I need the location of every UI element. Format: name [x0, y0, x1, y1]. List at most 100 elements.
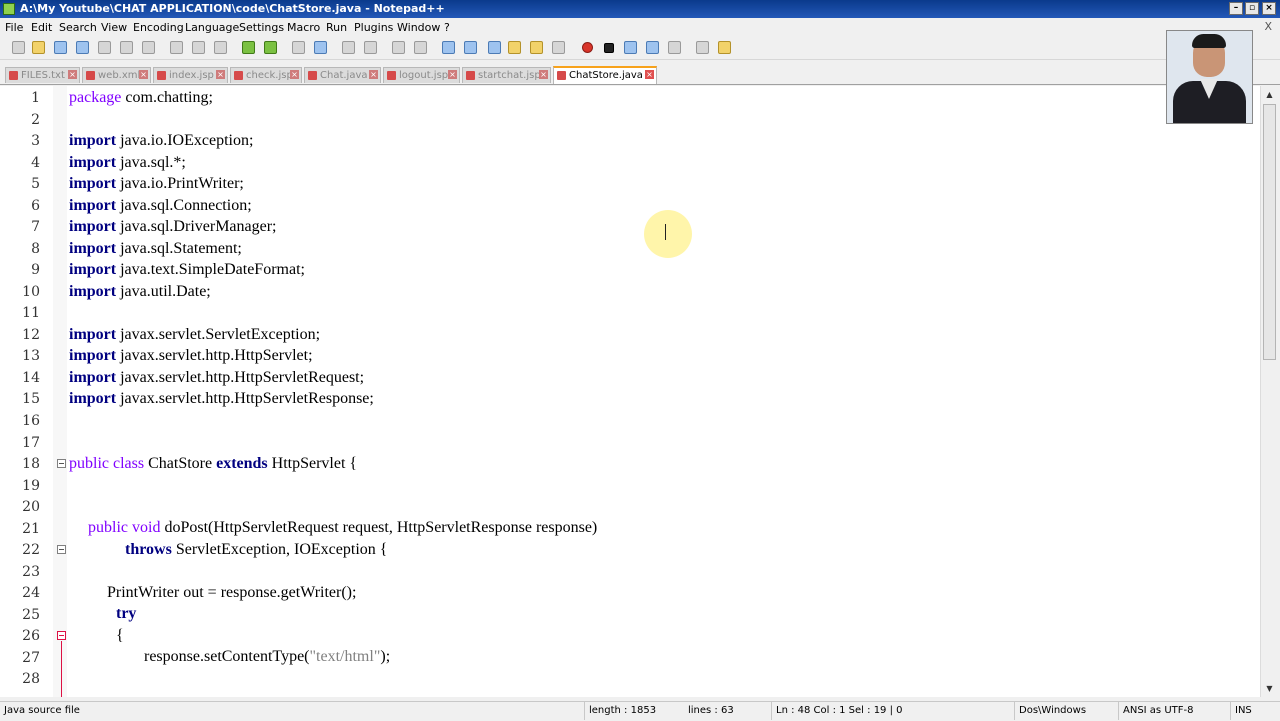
line-number: 21: [22, 521, 40, 537]
code-line: import java.io.PrintWriter;: [69, 175, 244, 192]
menu-encoding[interactable]: Encoding: [133, 21, 184, 34]
maximize-button[interactable]: ▫: [1245, 2, 1259, 15]
close-tab-icon[interactable]: ×: [369, 70, 378, 79]
fold-margin[interactable]: [53, 86, 67, 697]
close-all-icon[interactable]: [120, 41, 133, 54]
undo-icon[interactable]: [242, 41, 255, 54]
code-line: try: [116, 605, 137, 622]
close-tab-icon[interactable]: ×: [139, 70, 148, 79]
line-number: 8: [31, 241, 40, 257]
document-map-icon[interactable]: [530, 41, 543, 54]
save-macro-icon[interactable]: [668, 41, 681, 54]
code-line: import java.text.SimpleDateFormat;: [69, 261, 305, 278]
menu-window[interactable]: Window: [397, 21, 440, 34]
status-bar: Java source file length : 1853 lines : 6…: [0, 701, 1280, 721]
code-line: PrintWriter out = response.getWriter();: [107, 584, 357, 601]
open-file-icon[interactable]: [32, 41, 45, 54]
menu-language[interactable]: Language: [185, 21, 239, 34]
close-tab-icon[interactable]: ×: [539, 70, 548, 79]
fold-range-line: [61, 641, 62, 697]
tab-files-txt[interactable]: FILES.txt ×: [5, 67, 80, 83]
code-line: import java.io.IOException;: [69, 132, 254, 149]
menu-plugins[interactable]: Plugins: [354, 21, 393, 34]
menu-macro[interactable]: Macro: [287, 21, 320, 34]
run-macro-multiple-icon[interactable]: [646, 41, 659, 54]
scrollbar-thumb[interactable]: [1263, 104, 1276, 360]
line-number: 18: [22, 456, 40, 472]
fold-toggle-icon[interactable]: [57, 631, 66, 640]
tab-web-xml[interactable]: web.xml ×: [82, 67, 151, 83]
play-macro-icon[interactable]: [624, 41, 637, 54]
line-number: 26: [22, 628, 40, 644]
user-language-icon[interactable]: [508, 41, 521, 54]
close-document-icon[interactable]: X: [1264, 20, 1272, 33]
code-line: import java.sql.DriverManager;: [69, 218, 277, 235]
replace-icon[interactable]: [314, 41, 327, 54]
tab-startchat-jsp[interactable]: startchat.jsp ×: [462, 67, 551, 83]
print-icon[interactable]: [142, 41, 155, 54]
save-icon[interactable]: [54, 41, 67, 54]
record-macro-icon[interactable]: [582, 42, 593, 53]
cut-icon[interactable]: [170, 41, 183, 54]
title-bar: A:\My Youtube\CHAT APPLICATION\code\Chat…: [0, 0, 1280, 18]
word-wrap-icon[interactable]: [442, 41, 455, 54]
presenter-hair: [1192, 34, 1226, 48]
zoom-out-icon[interactable]: [364, 41, 377, 54]
close-file-icon[interactable]: [98, 41, 111, 54]
spell-check-icon[interactable]: [696, 41, 709, 54]
close-tab-icon[interactable]: ×: [448, 70, 457, 79]
code-line: import java.sql.Statement;: [69, 240, 242, 257]
show-all-chars-icon[interactable]: [464, 41, 477, 54]
code-line: import java.sql.*;: [69, 154, 186, 171]
vertical-scrollbar[interactable]: ▲ ▼: [1260, 86, 1278, 697]
menu-view[interactable]: View: [101, 21, 127, 34]
line-number: 3: [31, 133, 40, 149]
code-line: import javax.servlet.http.HttpServletReq…: [69, 369, 365, 386]
save-all-icon[interactable]: [76, 41, 89, 54]
close-tab-icon[interactable]: ×: [290, 70, 299, 79]
tab-chat-java[interactable]: Chat.java ×: [304, 67, 381, 83]
menu-run[interactable]: Run: [326, 21, 347, 34]
close-tab-icon[interactable]: ×: [68, 70, 77, 79]
tab-logout-jsp[interactable]: logout.jsp ×: [383, 67, 460, 83]
scroll-down-icon[interactable]: ▼: [1263, 682, 1276, 695]
line-number: 7: [31, 219, 40, 235]
code-line: import javax.servlet.http.HttpServletRes…: [69, 390, 374, 407]
menu-edit[interactable]: Edit: [31, 21, 52, 34]
copy-icon[interactable]: [192, 41, 205, 54]
sync-vertical-icon[interactable]: [392, 41, 405, 54]
function-list-icon[interactable]: [552, 41, 565, 54]
menu-file[interactable]: File: [5, 21, 23, 34]
scroll-up-icon[interactable]: ▲: [1263, 88, 1276, 101]
close-tab-icon[interactable]: ×: [645, 70, 654, 79]
line-number: 2: [31, 112, 40, 128]
close-button[interactable]: ×: [1262, 2, 1276, 15]
status-position: Ln : 48 Col : 1 Sel : 19 | 0: [771, 702, 903, 720]
status-lines: lines : 63: [688, 705, 734, 716]
fold-toggle-icon[interactable]: [57, 459, 66, 468]
paste-icon[interactable]: [214, 41, 227, 54]
line-number: 12: [22, 327, 40, 343]
menu-search[interactable]: Search: [59, 21, 97, 34]
minimize-button[interactable]: –: [1229, 2, 1243, 15]
new-file-icon[interactable]: [12, 41, 25, 54]
redo-icon[interactable]: [264, 41, 277, 54]
find-icon[interactable]: [292, 41, 305, 54]
status-encoding: ANSI as UTF-8: [1118, 702, 1193, 720]
zoom-in-icon[interactable]: [342, 41, 355, 54]
fold-toggle-icon[interactable]: [57, 545, 66, 554]
menu-settings[interactable]: Settings: [239, 21, 284, 34]
close-tab-icon[interactable]: ×: [216, 70, 225, 79]
line-number: 4: [31, 155, 40, 171]
plugin-icon[interactable]: [718, 41, 731, 54]
sync-horizontal-icon[interactable]: [414, 41, 427, 54]
stop-recording-icon[interactable]: [604, 43, 614, 53]
code-editor[interactable]: 1 2 3 4 5 6 7 8 9 10 11 12 13 14 15 16 1…: [0, 86, 1260, 697]
menu-help[interactable]: ?: [444, 21, 450, 34]
tab-check-jsp[interactable]: check.jsp ×: [230, 67, 302, 83]
code-line: package com.chatting;: [69, 89, 213, 106]
tab-chatstore-java[interactable]: ChatStore.java ×: [553, 66, 657, 84]
saved-file-icon: [86, 71, 95, 80]
tab-index-jsp[interactable]: index.jsp ×: [153, 67, 228, 83]
indent-guide-icon[interactable]: [488, 41, 501, 54]
